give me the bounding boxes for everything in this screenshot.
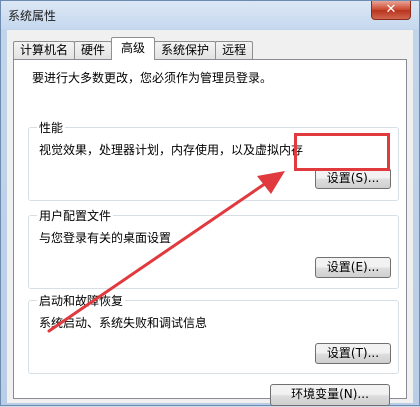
tab-computer-name[interactable]: 计算机名	[13, 41, 76, 60]
tab-hardware[interactable]: 硬件	[74, 41, 113, 60]
tab-remote[interactable]: 远程	[215, 41, 254, 60]
user-profiles-group: 用户配置文件 与您登录有关的桌面设置 设置(E)...	[28, 207, 399, 289]
startup-recovery-settings-button[interactable]: 设置(T)...	[315, 343, 391, 364]
performance-description: 视觉效果，处理器计划，内存使用，以及虚拟内存	[39, 143, 304, 157]
startup-recovery-title: 启动和故障恢复	[37, 292, 126, 309]
performance-title: 性能	[37, 119, 66, 136]
tab-system-protection[interactable]: 系统保护	[154, 41, 217, 60]
environment-variables-button[interactable]: 环境变量(N)...	[270, 384, 390, 406]
performance-group: 性能 视觉效果，处理器计划，内存使用，以及虚拟内存 设置(S)...	[28, 119, 399, 201]
user-profiles-title: 用户配置文件	[37, 207, 114, 224]
admin-notice: 要进行大多数更改，您必须作为管理员登录。	[32, 71, 273, 85]
close-button[interactable]: ✕	[371, 1, 411, 20]
performance-settings-button[interactable]: 设置(S)...	[315, 168, 391, 189]
window-title: 系统属性	[8, 9, 57, 23]
tab-advanced[interactable]: 高级	[111, 37, 156, 60]
title-bar[interactable]: 系统属性 ✕	[1, 1, 419, 29]
user-profiles-settings-button[interactable]: 设置(E)...	[315, 257, 391, 278]
user-profiles-description: 与您登录有关的桌面设置	[39, 231, 172, 245]
tab-strip: 计算机名 硬件 高级 系统保护 远程	[13, 37, 254, 60]
advanced-tab-panel: 要进行大多数更改，您必须作为管理员登录。 性能 视觉效果，处理器计划，内存使用，…	[13, 59, 407, 406]
startup-recovery-description: 系统启动、系统失败和调试信息	[39, 316, 208, 330]
dialog-client-area: 计算机名 硬件 高级 系统保护 远程 要进行大多数更改，您必须作为管理员登录。 …	[7, 30, 413, 406]
startup-recovery-group: 启动和故障恢复 系统启动、系统失败和调试信息 设置(T)...	[28, 292, 399, 374]
system-properties-window: 系统属性 ✕ 计算机名 硬件 高级 系统保护 远程 要进行大多数更改，您必须作为…	[0, 0, 420, 406]
